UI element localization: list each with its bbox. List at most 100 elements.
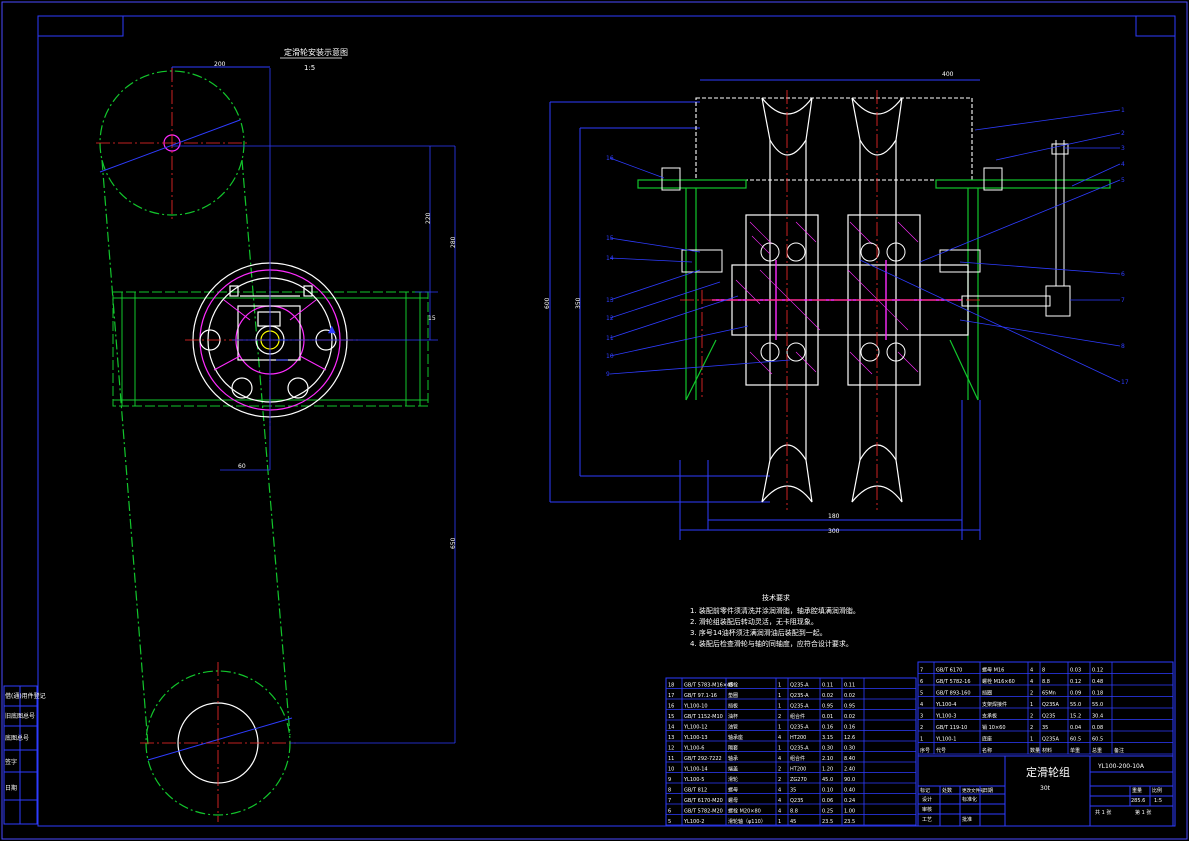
tb-process: 工艺 [922,817,932,823]
right-view-section: 600 350 180 300 400 161514 131211 109 12… [544,71,1129,540]
tech-requirements: 技术要求 1. 装配前零件须清洗并涂润滑脂，轴承腔填满润滑脂。 2. 滑轮组装配… [690,593,860,648]
bom-left-cell-name: 滑轮 [728,776,738,783]
svg-text:2: 2 [1121,130,1125,137]
bom-right-cell-unit: 0.03 [1070,668,1081,674]
bom-right-header-no: 序号 [920,747,930,754]
bom-left-cell-material: HT200 [790,767,806,773]
dim-label-r-4: 300 [828,528,840,535]
bom-right-cell-qty: 1 [1030,737,1033,743]
bom-left-cell-qty: 4 [778,798,781,804]
bom-left-cell-material: 45 [790,819,796,825]
bom-left-cell-material: Q235-A [790,704,809,710]
dim-label-left-2: 280 [450,236,457,248]
svg-text:13: 13 [606,297,614,304]
bom-right-cell-code: GB/T 6170 [936,668,962,674]
bom-right-cell-material: Q235A [1042,702,1059,708]
bom-left-cell-unit: 0.16 [822,725,833,731]
bom-left-cell-name: 油杯 [728,713,738,720]
bom-left-cell-qty: 2 [778,714,781,720]
bom-left-cell-name: 挡板 [728,703,738,710]
bom-right-cell-unit: 55.0 [1070,702,1081,708]
bom-left-cell-material: Q235-A [790,683,809,689]
bom-right-cell-material: 65Mn [1042,691,1056,697]
bom-left-cell-total: 0.16 [844,725,855,731]
bom-left-cell-unit: 0.06 [822,798,833,804]
svg-text:11: 11 [606,335,614,342]
bom-right-cell-total: 0.08 [1092,725,1103,731]
bom-left-cell-material: 8.8 [790,809,798,815]
bom-left-cell-unit: 0.01 [822,714,833,720]
bom-left-cell-qty: 1 [778,746,781,752]
bom-left-cell-no: 11 [668,756,674,762]
scene-title: 定滑轮安装示意图 [284,47,348,57]
bom-right-header-name: 名称 [982,747,992,754]
bom-right-cell-total: 0.12 [1092,668,1103,674]
bom-left-cell-material: 组合件 [790,755,805,762]
bom-left-cell-no: 9 [668,777,671,783]
svg-text:7: 7 [1121,297,1125,304]
bom-left-cell-total: 0.24 [844,798,855,804]
bom-right-cell-unit: 60.5 [1070,737,1081,743]
dim-label-r-5: 400 [942,71,954,78]
bom-right-cell-total: 30.4 [1092,714,1103,720]
tb-sheet: 共 1 张 [1095,809,1111,816]
bom-left-cell-unit: 2.10 [822,756,833,762]
bom-right-cell-no: 4 [920,702,923,708]
svg-text:1: 1 [1121,107,1125,114]
bom-left-cell-code: YL100-10 [683,704,708,710]
tech-req-heading: 技术要求 [762,593,790,602]
bom-left-cell-code: YL100-5 [683,777,704,783]
bom-left-cell-code: YL100-6 [683,746,704,752]
tech-req-item-1: 2. 滑轮组装配后转动灵活，无卡阻现象。 [690,617,818,626]
bom-left-cell-qty: 4 [778,809,781,815]
bom-left-cell-code: GB/T 6170-M20 [684,798,723,804]
bom-right-cell-qty: 4 [1030,668,1033,674]
tb-scale-value: 1:5 [1154,798,1162,804]
bom-left-cell-no: 17 [668,693,674,699]
bom-left-cell-name: 轴承 [728,755,738,762]
bom-table-right: 7 GB/T 6170 螺母 M16 4 8 0.03 0.12 6 GB/T 5782-16 螺… [917,661,1174,757]
tb-weight-label: 重量 [1132,787,1142,794]
bom-right-cell-unit: 0.12 [1070,679,1081,685]
bom-left-cell-name: 油管 [728,724,738,731]
bom-left-cell-unit: 1.20 [822,767,833,773]
bom-left-cell-code: YL100-2 [683,819,704,825]
bom-left-cell-no: 16 [668,704,674,710]
bom-table-left: 18 GB/T 5783-M16×45螺栓 1 Q235-A 0.11 0.1117 GB/… [665,677,917,827]
bom-right-cell-no: 2 [920,725,923,731]
bom-left-cell-material: Q235-A [790,725,809,731]
bom-left-cell-unit: 3.15 [822,735,833,741]
bom-right-cell-name: 螺母 M16 [982,667,1004,674]
tb-design: 设计 [922,796,932,803]
bom-left-cell-name: 垫圈 [728,692,738,699]
bom-right-cell-code: YL100-1 [935,737,956,743]
bom-right-cell-qty: 4 [1030,679,1033,685]
svg-text:5: 5 [1121,177,1125,184]
bom-left-cell-name: 螺母 [728,797,738,804]
bom-left-cell-material: Q235-A [790,693,809,699]
bom-left-cell-total: 8.40 [844,756,855,762]
bom-right-cell-qty: 2 [1030,714,1033,720]
bom-left-cell-material: 组合件 [790,713,805,720]
bom-left-cell-unit: 0.30 [822,746,833,752]
bom-left-cell-unit: 0.95 [822,704,833,710]
strip-text-4: 日期 [5,784,17,792]
bom-right-cell-code: GB/T 5782-16 [936,679,971,685]
bom-left-cell-unit: 0.10 [822,788,833,794]
bom-left-cell-no: 13 [668,735,674,741]
bom-left-cell-material: Q235 [790,798,803,804]
cad-drawing-canvas: 借(通)用件登记 旧底图总号 底图总号 签字 日期 200 220 280 65… [1,1,1188,840]
bom-left-cell-qty: 4 [778,735,781,741]
bom-left-cell-total: 0.30 [844,746,855,752]
bom-left-cell-code: GB/T 97.1-16 [684,693,717,699]
tb-date: 日期 [983,788,993,794]
bom-left-cell-unit: 23.5 [822,819,833,825]
bom-right-cell-no: 1 [920,737,923,743]
bom-left-cell-total: 0.11 [844,683,855,689]
left-registration-strip [3,685,38,825]
bom-left-cell-qty: 1 [778,725,781,731]
bom-right-cell-code: YL100-3 [935,714,956,720]
bom-left-cell-name: 滑轮轴（φ110） [728,818,766,825]
bom-left-cell-unit: 0.11 [822,683,833,689]
bom-left-cell-qty: 1 [778,693,781,699]
